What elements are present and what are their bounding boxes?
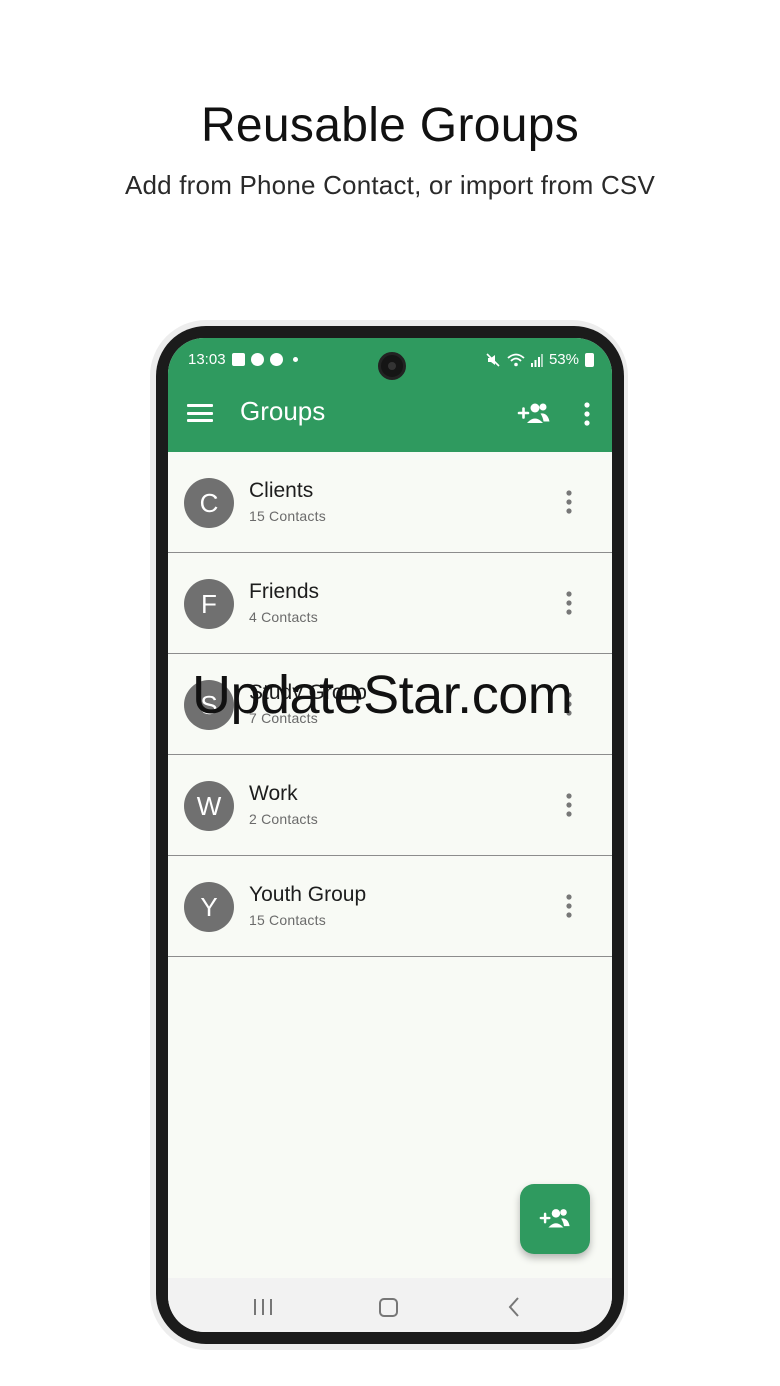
page-subtitle: Add from Phone Contact, or import from C… bbox=[124, 170, 656, 200]
gallery-notification-icon bbox=[231, 353, 245, 366]
group-count: 2 Contacts bbox=[249, 811, 318, 827]
account-notification-icon bbox=[269, 353, 283, 366]
battery-percent: 53% bbox=[548, 351, 579, 368]
status-time: 13:03 bbox=[188, 351, 226, 368]
home-icon[interactable] bbox=[379, 1298, 398, 1317]
page-title: Reusable Groups bbox=[200, 99, 580, 152]
group-count: 15 Contacts bbox=[249, 508, 326, 524]
list-item[interactable]: F Friends 4 Contacts bbox=[168, 553, 612, 654]
wifi-icon bbox=[507, 353, 525, 366]
toolbar: Groups bbox=[168, 382, 612, 452]
toolbar-title: Groups bbox=[240, 396, 326, 426]
more-notifications-icon bbox=[292, 357, 298, 362]
status-right: 53% bbox=[485, 351, 594, 368]
status-bar: 13:03 53% bbox=[168, 338, 612, 382]
group-name: Work bbox=[249, 782, 298, 805]
add-group-icon[interactable] bbox=[516, 396, 552, 432]
more-vert-icon[interactable] bbox=[560, 488, 578, 516]
system-navigation-bar bbox=[168, 1278, 612, 1332]
group-count: 15 Contacts bbox=[249, 912, 326, 928]
more-vert-icon[interactable] bbox=[560, 589, 578, 617]
add-group-icon bbox=[539, 1209, 570, 1228]
list-item[interactable]: C Clients 15 Contacts bbox=[168, 452, 612, 553]
back-icon[interactable] bbox=[506, 1296, 522, 1318]
group-name: Youth Group bbox=[249, 883, 367, 906]
avatar: F bbox=[184, 579, 234, 629]
battery-icon bbox=[585, 352, 594, 367]
more-vert-icon[interactable] bbox=[560, 892, 578, 920]
watermark: UpdateStar.com bbox=[192, 665, 573, 725]
recents-icon[interactable] bbox=[252, 1298, 274, 1316]
avatar: C bbox=[184, 478, 234, 528]
avatar: W bbox=[184, 781, 234, 831]
add-group-button[interactable] bbox=[520, 1184, 590, 1254]
more-vert-icon[interactable] bbox=[560, 791, 578, 819]
front-camera bbox=[378, 352, 406, 380]
more-vert-icon[interactable] bbox=[578, 400, 596, 428]
mute-icon bbox=[486, 352, 500, 367]
app-bar: 13:03 53% Groups bbox=[168, 338, 612, 452]
menu-icon[interactable] bbox=[187, 402, 213, 424]
avatar: Y bbox=[184, 882, 234, 932]
signal-icon bbox=[530, 353, 543, 367]
list-item[interactable]: Y Youth Group 15 Contacts bbox=[168, 856, 612, 957]
group-name: Clients bbox=[249, 479, 314, 502]
group-count: 4 Contacts bbox=[249, 609, 318, 625]
status-left: 13:03 bbox=[188, 351, 298, 368]
phone-screen: 13:03 53% Groups C Clients 15 Contacts F… bbox=[168, 338, 612, 1332]
message-notification-icon bbox=[250, 353, 264, 366]
group-name: Friends bbox=[249, 580, 320, 603]
list-item[interactable]: W Work 2 Contacts bbox=[168, 755, 612, 856]
